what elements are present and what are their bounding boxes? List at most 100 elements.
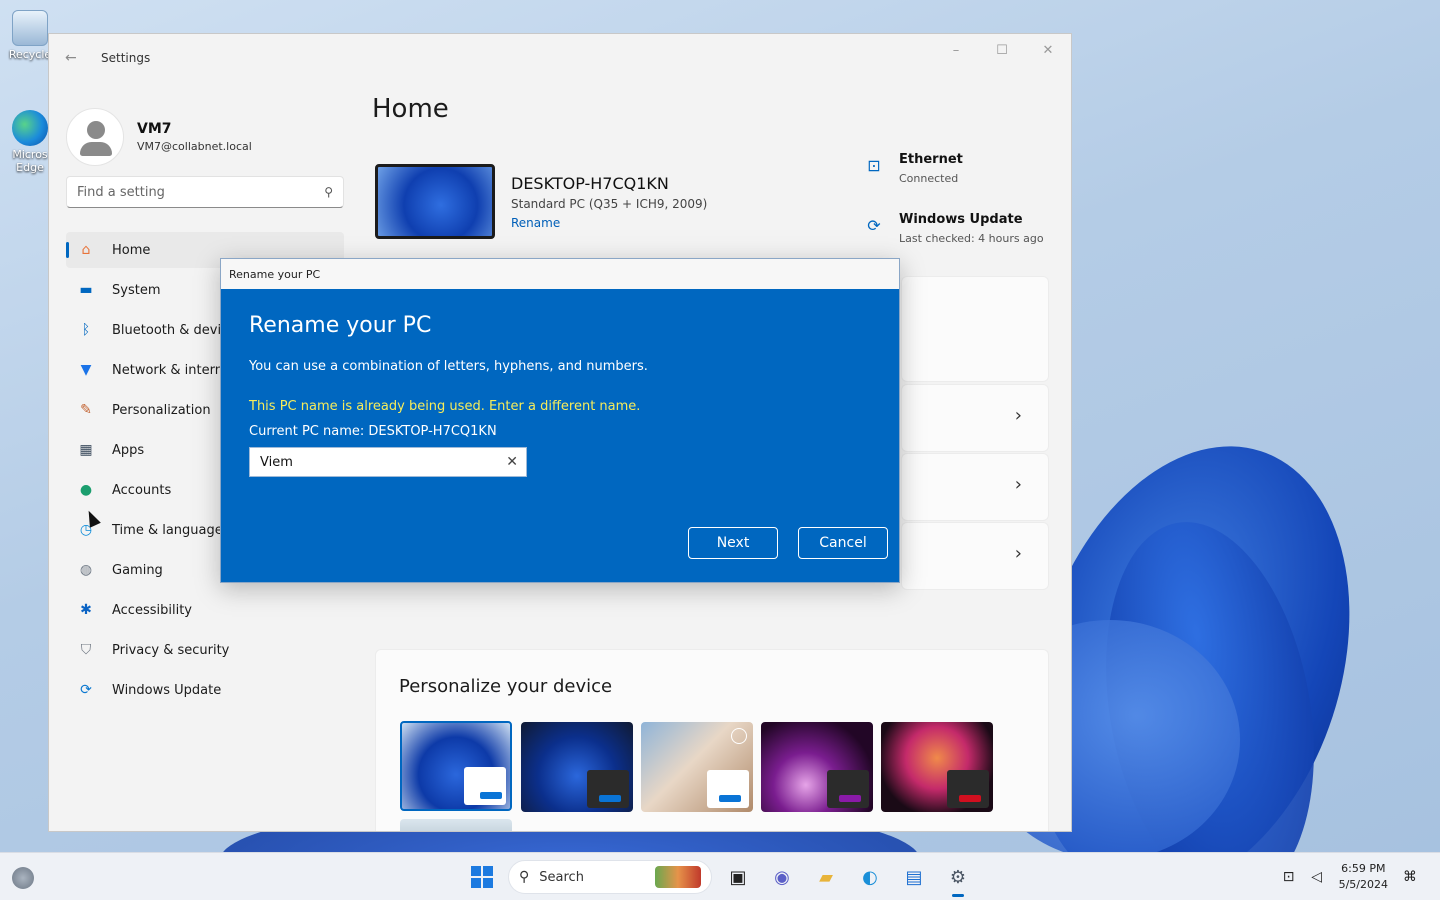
desktop-icon-label: Recycle [8,48,52,61]
current-pc-name: Current PC name: DESKTOP-H7CQ1KN [249,424,497,439]
chevron-right-icon: › [1014,474,1022,495]
sidebar-item-label: Network & internet [112,362,237,378]
recycle-bin-icon [12,10,48,46]
settings-row[interactable]: › [901,522,1049,590]
status-subtitle: Connected [899,172,959,185]
volume-icon[interactable]: ◁ [1305,865,1329,889]
status-windows-update[interactable]: ⟳ Windows Update Last checked: 4 hours a… [863,212,1044,245]
status-subtitle: Last checked: 4 hours ago [899,232,1044,245]
dialog-heading: Rename your PC [249,313,432,338]
theme-thumbnail[interactable] [761,722,873,812]
dialog-description: You can use a combination of letters, hy… [249,359,648,374]
widgets-icon[interactable] [12,867,34,889]
settings-row[interactable]: › [901,384,1049,452]
clock-date: 5/5/2024 [1338,878,1388,891]
theme-preview-window [947,770,989,808]
taskbar-apps: ⚲ Search ▣ ◉ ▰ ◐ ▤ ⚙ [460,859,980,897]
start-button[interactable] [464,859,500,895]
clock[interactable]: 6:59 PM 5/5/2024 [1339,861,1388,893]
status-ethernet[interactable]: ⊡ Ethernet Connected [863,152,963,185]
wifi-icon: ▼ [80,362,92,378]
file-explorer-icon[interactable]: ▰ [808,859,844,895]
maximize-button[interactable]: ☐ [979,34,1025,66]
search-icon[interactable]: ⚲ [324,185,333,199]
minimize-button[interactable]: – [933,34,979,66]
next-button[interactable]: Next [688,527,778,559]
sidebar-item-windows-update[interactable]: ⟳ Windows Update [66,672,344,708]
dialog-titlebar[interactable]: Rename your PC [221,259,899,289]
device-info-section: DESKTOP-H7CQ1KN Standard PC (Q35 + ICH9,… [375,164,707,239]
sidebar-item-label: Time & language [112,522,223,538]
personalize-card: Personalize your device [375,649,1049,831]
theme-preview-window [587,770,629,808]
page-title: Home [372,94,449,124]
edge-icon[interactable]: ◐ [852,859,888,895]
pc-name-input[interactable] [260,454,507,470]
device-thumbnail [375,164,495,239]
sidebar-item-label: Accounts [112,482,172,498]
sidebar-item-label: Home [112,242,151,258]
taskbar-search[interactable]: ⚲ Search [508,860,712,894]
back-arrow-icon[interactable]: ← [65,50,79,66]
theme-thumbnail[interactable] [881,722,993,812]
ethernet-icon: ⊡ [867,155,881,175]
system-tray: ⊡ ◁ 6:59 PM 5/5/2024 ⌘ [1277,861,1426,893]
windows-logo-icon [471,866,493,888]
rename-pc-dialog: Rename your PC Rename your PC You can us… [220,258,900,583]
person-icon: ● [79,482,93,498]
close-button[interactable]: ✕ [1025,34,1071,66]
profile-email: VM7@collabnet.local [137,140,252,153]
brush-icon: ✎ [80,402,92,418]
task-view-icon[interactable]: ▣ [720,859,756,895]
update-icon: ⟳ [80,682,92,698]
theme-preview-window [707,770,749,808]
search-input[interactable] [77,184,325,200]
sidebar-item-label: Personalization [112,402,211,418]
pc-name-field: ✕ [249,447,527,477]
bluetooth-icon: ᛒ [81,322,91,338]
theme-thumbnail[interactable] [400,721,512,811]
clear-icon[interactable]: ✕ [506,454,518,470]
dialog-warning: This PC name is already being used. Ente… [249,399,641,414]
sidebar-item-privacy-security[interactable]: ⛉ Privacy & security [66,632,344,668]
recommended-card [901,276,1049,382]
theme-preview-window [464,767,506,805]
theme-accent-bar [719,795,741,802]
user-profile[interactable]: VM7 VM7@collabnet.local [49,82,359,174]
update-icon: ⟳ [867,215,881,235]
gamepad-icon: ◍ [79,562,93,578]
sidebar-item-label: Privacy & security [112,642,230,658]
window-titlebar[interactable]: ← Settings [49,34,1071,82]
theme-thumbnail[interactable] [641,722,753,812]
chevron-right-icon: › [1014,543,1022,564]
sidebar-item-label: Accessibility [112,602,192,618]
desktop-icon-recycle-bin[interactable]: Recycle [6,10,54,61]
store-icon[interactable]: ▤ [896,859,932,895]
cancel-button[interactable]: Cancel [798,527,888,559]
network-icon[interactable]: ⊡ [1277,865,1301,889]
window-title: Settings [101,51,151,65]
search-icon: ⚲ [519,869,530,885]
settings-row[interactable]: › [901,453,1049,521]
profile-name: VM7 [137,121,172,137]
rename-link[interactable]: Rename [511,216,707,230]
settings-gear-icon[interactable]: ⚙ [940,859,976,897]
theme-accent-bar [959,795,981,802]
spotlight-icon [731,728,747,744]
notification-icon[interactable]: ⌘ [1398,865,1422,889]
personalize-title: Personalize your device [399,676,613,697]
device-spec: Standard PC (Q35 + ICH9, 2009) [511,196,708,211]
edge-icon [12,110,48,146]
sidebar-item-label: Windows Update [112,682,222,698]
find-setting-search: ⚲ [66,176,344,208]
clock-time: 6:59 PM [1341,862,1386,875]
theme-thumbnail[interactable] [521,722,633,812]
device-name: DESKTOP-H7CQ1KN [511,173,669,193]
monitor-icon: ▬ [79,282,93,298]
theme-accent-bar [599,795,621,802]
accessibility-icon: ✱ [80,602,92,618]
sidebar-item-accessibility[interactable]: ✱ Accessibility [66,592,344,628]
desktop-icon-edge[interactable]: Micros Edge [6,110,54,174]
theme-thumbnail[interactable] [400,819,512,831]
chat-icon[interactable]: ◉ [764,859,800,895]
